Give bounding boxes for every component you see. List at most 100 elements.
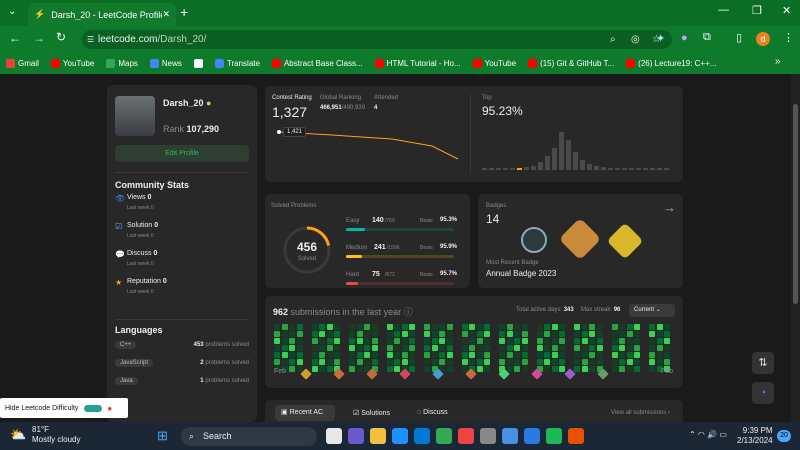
heatmap-cell[interactable]	[521, 324, 528, 330]
heatmap-cell[interactable]	[289, 345, 295, 351]
heatmap-cell[interactable]	[296, 331, 303, 337]
heatmap-cell[interactable]	[296, 324, 303, 330]
heatmap-cell[interactable]	[566, 324, 573, 330]
heatmap-cell[interactable]	[611, 345, 618, 351]
heatmap-cell[interactable]	[581, 338, 588, 344]
heatmap-cell[interactable]	[454, 338, 460, 344]
systray-icons[interactable]: ⌃ ◠ 🔊 ▭	[689, 430, 727, 439]
heatmap-cell[interactable]	[439, 338, 445, 344]
heatmap-cell[interactable]	[281, 338, 288, 344]
edit-profile-button[interactable]: Edit Profile	[115, 145, 249, 162]
heatmap-cell[interactable]	[334, 324, 340, 330]
taskbar-app-icon[interactable]	[436, 428, 452, 444]
heatmap-cell[interactable]	[521, 366, 528, 372]
heatmap-cell[interactable]	[469, 324, 475, 330]
heatmap-cell[interactable]	[439, 352, 445, 358]
heatmap-cell[interactable]	[634, 324, 640, 330]
tab-search-icon[interactable]: ⌄	[8, 6, 16, 17]
heatmap-cell[interactable]	[341, 352, 348, 358]
taskbar-app-icon[interactable]	[524, 428, 540, 444]
year-select[interactable]: Current ⌄	[629, 304, 675, 317]
heatmap-cell[interactable]	[476, 338, 483, 344]
tab-discuss[interactable]: ◌ Discuss	[417, 409, 448, 416]
heatmap-cell[interactable]	[619, 366, 625, 372]
heatmap-cell[interactable]	[356, 366, 363, 372]
heatmap-cell[interactable]	[304, 345, 310, 351]
heatmap-cell[interactable]	[559, 324, 565, 330]
heatmap-cell[interactable]	[341, 359, 348, 365]
heatmap-cell[interactable]	[356, 359, 363, 365]
heatmap-cell[interactable]	[304, 324, 310, 330]
heatmap-cell[interactable]	[649, 345, 655, 351]
heatmap-cell[interactable]	[506, 324, 513, 330]
profile-avatar[interactable]: d	[756, 32, 770, 46]
bookmark-item[interactable]: (26) Lecture19: C++...	[626, 58, 716, 68]
heatmap-cell[interactable]	[304, 352, 310, 358]
heatmap-cell[interactable]	[394, 345, 400, 351]
heatmap-cell[interactable]	[589, 345, 595, 351]
heatmap-cell[interactable]	[499, 352, 505, 358]
heatmap-cell[interactable]	[574, 338, 580, 344]
heatmap-cell[interactable]	[544, 352, 550, 358]
heatmap-cell[interactable]	[596, 331, 603, 337]
heatmap-cell[interactable]	[424, 324, 430, 330]
bookmark-item[interactable]: HTML Tutorial - Ho...	[374, 58, 461, 68]
heatmap-cell[interactable]	[319, 359, 325, 365]
heatmap-cell[interactable]	[274, 324, 280, 330]
heatmap-cell[interactable]	[491, 359, 498, 365]
heatmap-cell[interactable]	[379, 359, 385, 365]
heatmap-cell[interactable]	[506, 338, 513, 344]
heatmap-cell[interactable]	[551, 345, 558, 351]
heatmap-cell[interactable]	[604, 338, 610, 344]
heatmap-cell[interactable]	[446, 324, 453, 330]
weather-widget[interactable]: 81°F Mostly cloudy	[32, 425, 80, 445]
heatmap-cell[interactable]	[416, 359, 423, 365]
heatmap-cell[interactable]	[386, 331, 393, 337]
heatmap-cell[interactable]	[401, 331, 408, 337]
heatmap-cell[interactable]	[559, 331, 565, 337]
heatmap-cell[interactable]	[431, 359, 438, 365]
heatmap-cell[interactable]	[409, 345, 415, 351]
heatmap-cell[interactable]	[656, 324, 663, 330]
heatmap-cell[interactable]	[454, 345, 460, 351]
bookmark-item[interactable]: Gmail	[6, 58, 39, 68]
heatmap-cell[interactable]	[341, 338, 348, 344]
heatmap-cell[interactable]	[461, 359, 468, 365]
heatmap-cell[interactable]	[634, 338, 640, 344]
heatmap-cell[interactable]	[604, 352, 610, 358]
heatmap-cell[interactable]	[536, 338, 543, 344]
heatmap-cell[interactable]	[484, 366, 490, 372]
heatmap-cell[interactable]	[311, 366, 318, 372]
heatmap-cell[interactable]	[356, 338, 363, 344]
heatmap-cell[interactable]	[416, 331, 423, 337]
taskbar-search[interactable]: ⌕ Search	[181, 427, 317, 446]
heatmap-cell[interactable]	[476, 345, 483, 351]
taskbar-app-icon[interactable]	[480, 428, 496, 444]
heatmap-cell[interactable]	[529, 345, 535, 351]
heatmap-cell[interactable]	[514, 352, 520, 358]
heatmap-cell[interactable]	[311, 352, 318, 358]
heatmap-cell[interactable]	[424, 352, 430, 358]
heatmap-cell[interactable]	[664, 338, 670, 344]
heatmap-cell[interactable]	[559, 359, 565, 365]
heatmap-cell[interactable]	[424, 345, 430, 351]
heatmap-cell[interactable]	[656, 338, 663, 344]
heatmap-cell[interactable]	[521, 352, 528, 358]
heatmap-cell[interactable]	[491, 331, 498, 337]
heatmap-cell[interactable]	[574, 331, 580, 337]
heatmap-cell[interactable]	[566, 345, 573, 351]
badge-annual-2023-icon[interactable]	[558, 217, 602, 261]
heatmap-cell[interactable]	[589, 352, 595, 358]
heatmap-cell[interactable]	[274, 345, 280, 351]
heatmap-cell[interactable]	[311, 331, 318, 337]
heatmap-cell[interactable]	[596, 359, 603, 365]
heatmap-cell[interactable]	[506, 345, 513, 351]
heatmap-cell[interactable]	[536, 359, 543, 365]
bookmark-item[interactable]	[193, 58, 203, 68]
heatmap-cell[interactable]	[439, 324, 445, 330]
heatmap-cell[interactable]	[461, 352, 468, 358]
heatmap-cell[interactable]	[626, 338, 633, 344]
heatmap-cell[interactable]	[634, 366, 640, 372]
heatmap-cell[interactable]	[371, 324, 378, 330]
heatmap-cell[interactable]	[379, 366, 385, 372]
